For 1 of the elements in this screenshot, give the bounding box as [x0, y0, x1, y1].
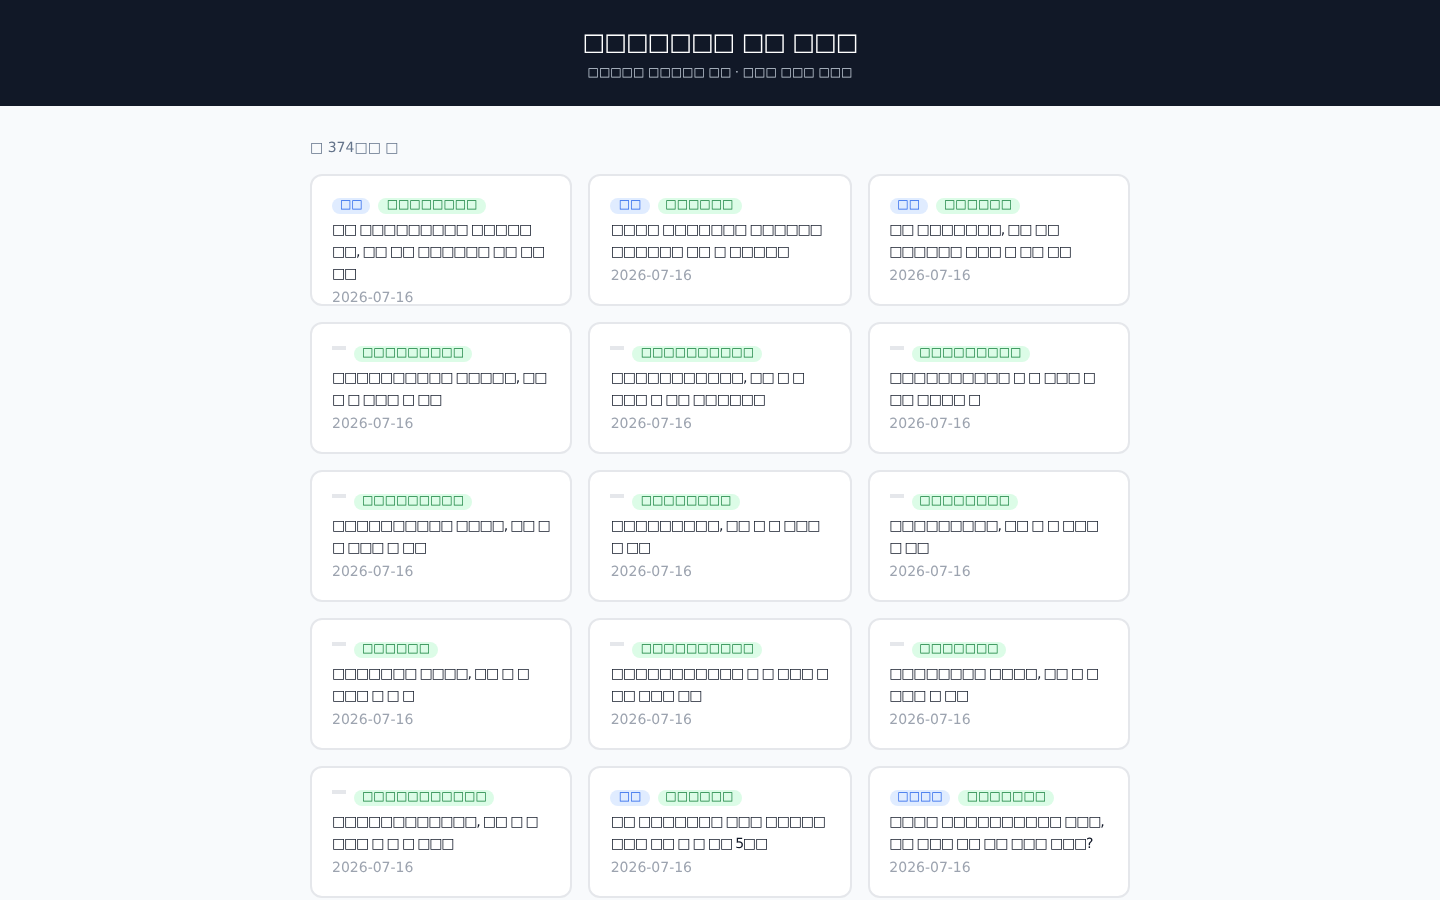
- site-title: □□□□□□□ □□ □□□: [582, 25, 858, 57]
